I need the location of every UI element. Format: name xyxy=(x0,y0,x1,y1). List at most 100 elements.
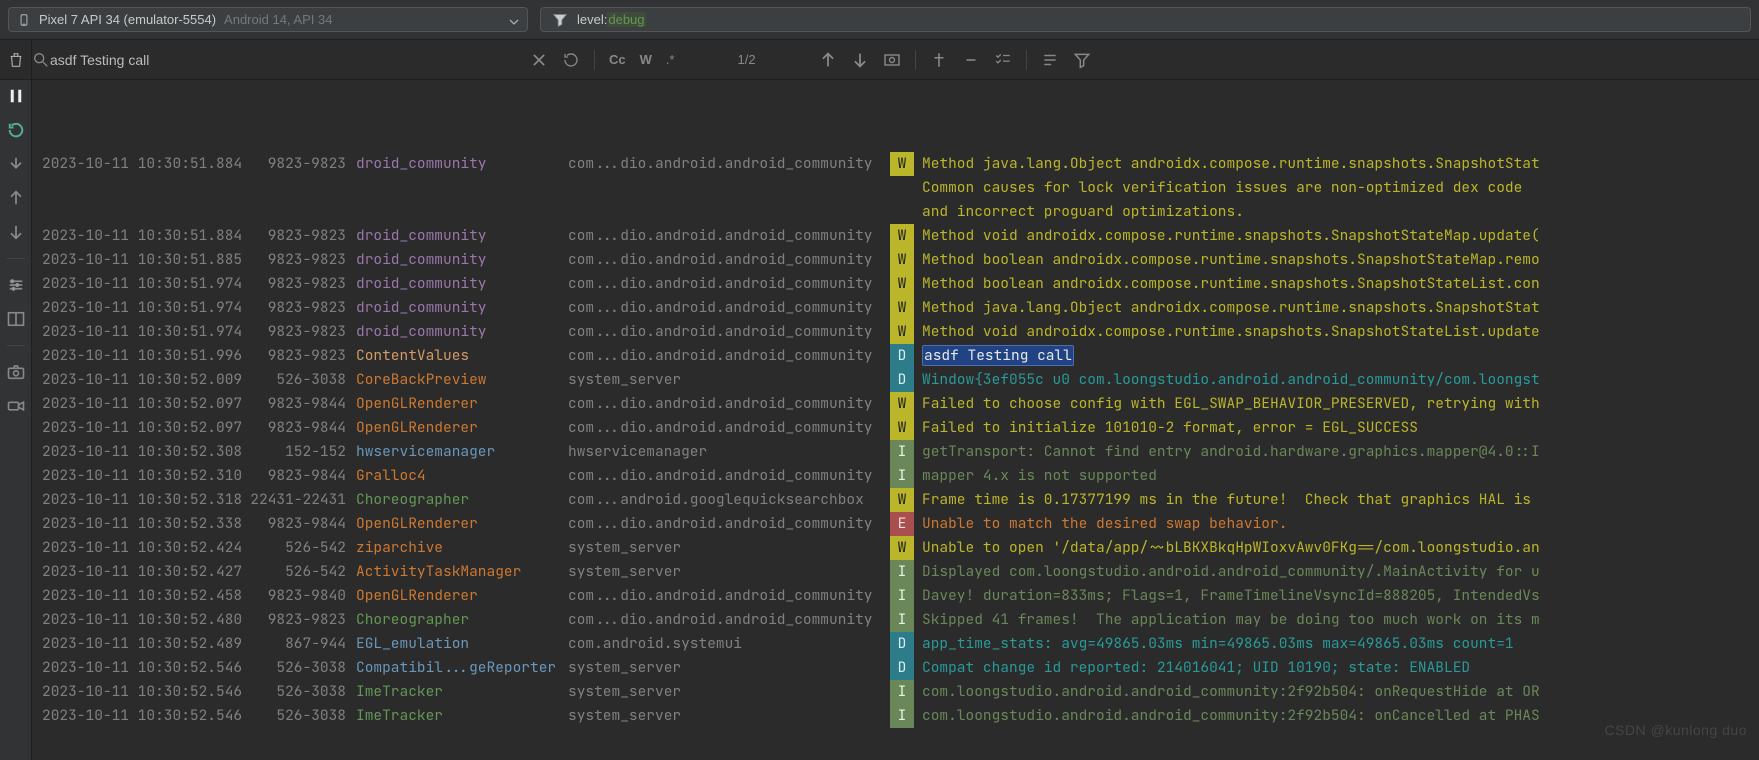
pause-icon[interactable] xyxy=(6,86,26,106)
history-icon[interactable] xyxy=(562,51,580,69)
camera-icon[interactable] xyxy=(6,362,26,382)
log-pid: 9823-9823 xyxy=(250,296,356,320)
log-msg: Displayed com.loongstudio.android.androi… xyxy=(922,560,1759,584)
log-ts: 2023-10-11 10:30:52.338 xyxy=(42,512,250,536)
log-row[interactable]: 2023-10-11 10:30:52.546526-3038ImeTracke… xyxy=(32,680,1759,704)
log-pkg: com...dio.android.android_community xyxy=(568,296,890,320)
next-match-button[interactable] xyxy=(851,51,869,69)
log-row[interactable]: 2023-10-11 10:30:51.9749823-9823droid_co… xyxy=(32,320,1759,344)
regex-toggle[interactable]: .* xyxy=(666,52,675,67)
log-pid: 9823-9844 xyxy=(250,512,356,536)
log-row[interactable]: 2023-10-11 10:30:52.4809823-9823Choreogr… xyxy=(32,608,1759,632)
log-ts: 2023-10-11 10:30:52.424 xyxy=(42,536,250,560)
log-row[interactable]: 2023-10-11 10:30:52.31822431-22431Choreo… xyxy=(32,488,1759,512)
log-msg: asdf Testing call xyxy=(922,344,1759,368)
log-row[interactable]: 2023-10-11 10:30:52.489867-944EGL_emulat… xyxy=(32,632,1759,656)
step-over-icon[interactable] xyxy=(6,154,26,174)
log-tag: Choreographer xyxy=(356,608,568,632)
format-icon[interactable] xyxy=(1041,51,1059,69)
device-name: Pixel 7 API 34 (emulator-5554) xyxy=(39,12,216,27)
checklist-icon[interactable] xyxy=(994,51,1012,69)
log-lvl: W xyxy=(890,488,914,512)
words-toggle[interactable]: W xyxy=(640,52,652,67)
settings-icon[interactable] xyxy=(6,275,26,295)
log-table[interactable]: 2023-10-11 10:30:51.8849823-9823droid_co… xyxy=(32,80,1759,760)
video-icon[interactable] xyxy=(6,396,26,416)
log-pkg: com...dio.android.android_community xyxy=(568,248,890,272)
log-tag: droid_community xyxy=(356,320,568,344)
log-tag: droid_community xyxy=(356,152,568,176)
log-row[interactable]: 2023-10-11 10:30:52.546526-3038Compatibi… xyxy=(32,656,1759,680)
log-pkg: system_server xyxy=(568,680,890,704)
log-tag: Gralloc4 xyxy=(356,464,568,488)
log-tag: hwservicemanager xyxy=(356,440,568,464)
log-lvl: E xyxy=(890,512,914,536)
log-row[interactable]: 2023-10-11 10:30:52.424526-542ziparchive… xyxy=(32,536,1759,560)
log-row[interactable]: 2023-10-11 10:30:52.3389823-9844OpenGLRe… xyxy=(32,512,1759,536)
filter-icon[interactable] xyxy=(1073,51,1091,69)
restart-icon[interactable] xyxy=(6,120,26,140)
match-case-toggle[interactable]: Cc xyxy=(609,52,626,67)
log-row[interactable]: 2023-10-11 10:30:52.0979823-9844OpenGLRe… xyxy=(32,392,1759,416)
log-pid: 526-3038 xyxy=(250,656,356,680)
log-row[interactable]: 2023-10-11 10:30:52.009526-3038CoreBackP… xyxy=(32,368,1759,392)
log-pkg: com...android.googlequicksearchbox xyxy=(568,488,890,512)
search-input[interactable] xyxy=(50,52,530,68)
log-tag: ActivityTaskManager xyxy=(356,560,568,584)
log-row[interactable]: 2023-10-11 10:30:52.4589823-9840OpenGLRe… xyxy=(32,584,1759,608)
log-row[interactable]: and incorrect proguard optimizations. xyxy=(32,200,1759,224)
remove-marker-icon[interactable] xyxy=(962,51,980,69)
log-pkg: system_server xyxy=(568,368,890,392)
log-row[interactable]: 2023-10-11 10:30:51.9749823-9823droid_co… xyxy=(32,296,1759,320)
log-filter-input[interactable]: level:debug xyxy=(540,7,1751,32)
arrow-down-icon[interactable] xyxy=(6,222,26,242)
log-pid: 526-542 xyxy=(250,560,356,584)
close-icon[interactable] xyxy=(530,51,548,69)
log-row[interactable]: 2023-10-11 10:30:51.8859823-9823droid_co… xyxy=(32,248,1759,272)
log-pkg: com...dio.android.android_community xyxy=(568,320,890,344)
log-pkg: system_server xyxy=(568,560,890,584)
layout-icon[interactable] xyxy=(6,309,26,329)
log-tag: OpenGLRenderer xyxy=(356,392,568,416)
separator xyxy=(594,50,595,70)
arrow-up-icon[interactable] xyxy=(6,188,26,208)
log-row[interactable]: 2023-10-11 10:30:51.8849823-9823droid_co… xyxy=(32,224,1759,248)
log-msg: Unable to match the desired swap behavio… xyxy=(922,512,1759,536)
log-msg: Window{3ef055c u0 com.loongstudio.androi… xyxy=(922,368,1759,392)
divider xyxy=(7,345,25,346)
log-row[interactable]: Common causes for lock verification issu… xyxy=(32,176,1759,200)
log-pid: 9823-9823 xyxy=(250,320,356,344)
trash-icon xyxy=(7,51,25,69)
log-ts: 2023-10-11 10:30:52.458 xyxy=(42,584,250,608)
log-ts: 2023-10-11 10:30:52.097 xyxy=(42,416,250,440)
log-row[interactable]: 2023-10-11 10:30:52.427526-542ActivityTa… xyxy=(32,560,1759,584)
log-row[interactable]: 2023-10-11 10:30:52.0979823-9844OpenGLRe… xyxy=(32,416,1759,440)
log-ts: 2023-10-11 10:30:52.546 xyxy=(42,680,250,704)
log-row[interactable]: 2023-10-11 10:30:51.8849823-9823droid_co… xyxy=(32,152,1759,176)
log-row[interactable]: 2023-10-11 10:30:51.9749823-9823droid_co… xyxy=(32,272,1759,296)
log-pkg: com...dio.android.android_community xyxy=(568,608,890,632)
log-msg: mapper 4.x is not supported xyxy=(922,464,1759,488)
log-pid: 526-3038 xyxy=(250,704,356,728)
match-count: 1/2 xyxy=(717,52,777,67)
log-tag: droid_community xyxy=(356,272,568,296)
clear-log-button[interactable] xyxy=(0,40,32,79)
log-lvl: W xyxy=(890,296,914,320)
topbar: Pixel 7 API 34 (emulator-5554) Android 1… xyxy=(0,0,1759,40)
insert-marker-icon[interactable] xyxy=(930,51,948,69)
log-lvl: W xyxy=(890,152,914,176)
log-row[interactable]: 2023-10-11 10:30:51.9969823-9823ContentV… xyxy=(32,344,1759,368)
search-highlight: asdf Testing call xyxy=(922,345,1074,366)
log-msg: Failed to initialize 101010-2 format, er… xyxy=(922,416,1759,440)
log-row[interactable]: 2023-10-11 10:30:52.3109823-9844Gralloc4… xyxy=(32,464,1759,488)
device-selector[interactable]: Pixel 7 API 34 (emulator-5554) Android 1… xyxy=(8,7,528,32)
log-lvl: I xyxy=(890,704,914,728)
log-tag: Choreographer xyxy=(356,488,568,512)
log-pid: 152-152 xyxy=(250,440,356,464)
log-lvl: I xyxy=(890,464,914,488)
log-row[interactable]: 2023-10-11 10:30:52.546526-3038ImeTracke… xyxy=(32,704,1759,728)
search-tools: Cc W .* 1/2 xyxy=(530,50,1091,70)
prev-match-button[interactable] xyxy=(819,51,837,69)
log-row[interactable]: 2023-10-11 10:30:52.308152-152hwservicem… xyxy=(32,440,1759,464)
screenshot-icon[interactable] xyxy=(883,51,901,69)
